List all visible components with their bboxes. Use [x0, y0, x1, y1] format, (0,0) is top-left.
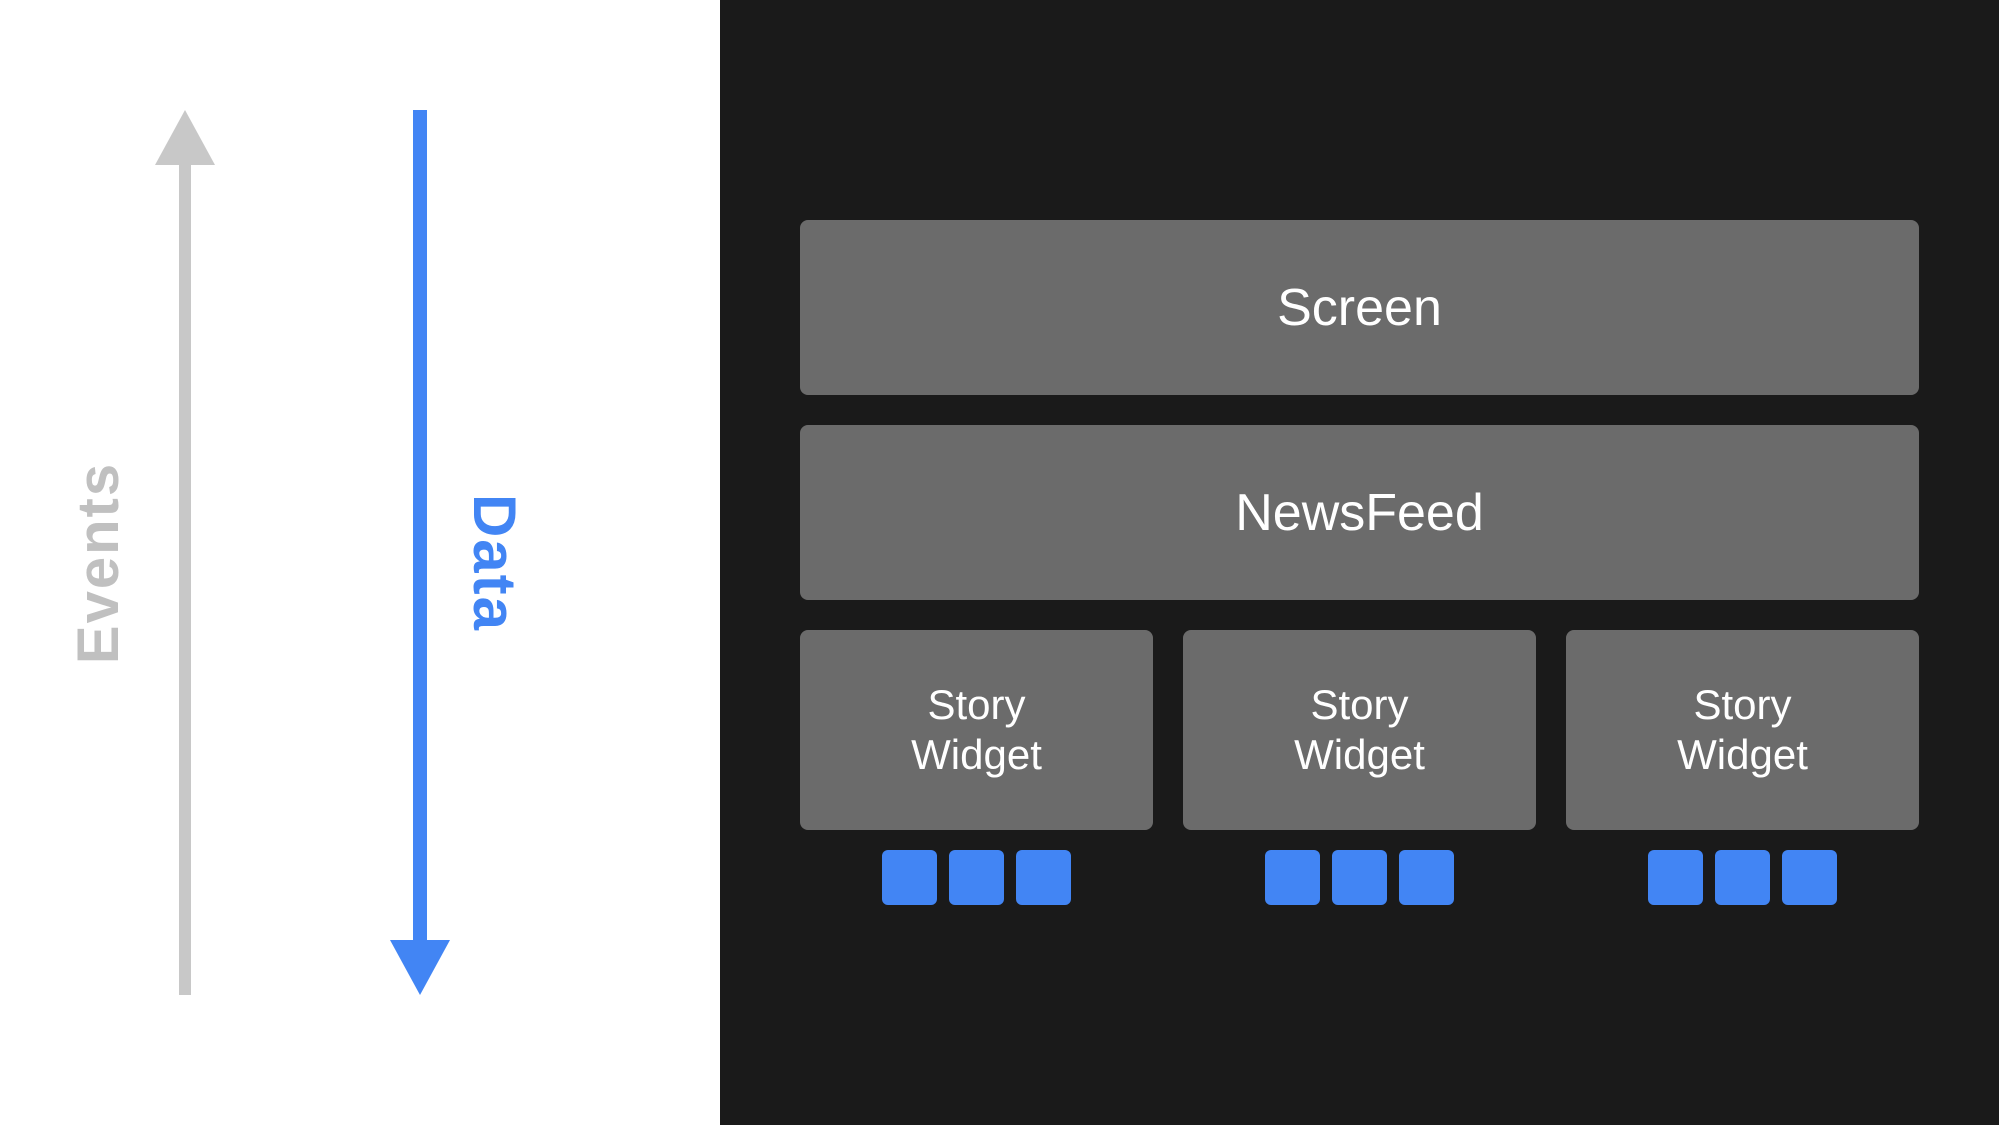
story-dot-3-2	[1715, 850, 1770, 905]
story-widget-box-2: StoryWidget	[1183, 630, 1536, 830]
story-widget-label-3: StoryWidget	[1677, 680, 1808, 781]
story-widget-label-1: StoryWidget	[911, 680, 1042, 781]
story-widget-dots-1	[882, 850, 1071, 905]
story-widget-dots-2	[1265, 850, 1454, 905]
story-dot-2-3	[1399, 850, 1454, 905]
screen-label: Screen	[1277, 278, 1442, 338]
events-arrow-container	[155, 110, 215, 995]
story-widget-box-3: StoryWidget	[1566, 630, 1919, 830]
story-dot-3-3	[1782, 850, 1837, 905]
newsfeed-label: NewsFeed	[1235, 483, 1484, 543]
events-arrow-shaft	[179, 165, 191, 995]
data-label: Data	[460, 493, 529, 631]
story-widget-group-1: StoryWidget	[800, 630, 1153, 905]
events-arrow-head	[155, 110, 215, 165]
story-widget-group-2: StoryWidget	[1183, 630, 1536, 905]
events-label: Events	[65, 461, 132, 663]
story-dot-2-2	[1332, 850, 1387, 905]
story-dot-2-1	[1265, 850, 1320, 905]
left-panel: Events Data	[0, 0, 720, 1125]
story-dot-1-3	[1016, 850, 1071, 905]
screen-box: Screen	[800, 220, 1919, 395]
data-arrow-head	[390, 940, 450, 995]
data-arrow-container	[390, 110, 450, 995]
right-panel: Screen NewsFeed StoryWidget StoryWidget	[720, 0, 1999, 1125]
story-widget-group-3: StoryWidget	[1566, 630, 1919, 905]
story-dot-1-2	[949, 850, 1004, 905]
newsfeed-box: NewsFeed	[800, 425, 1919, 600]
story-widget-box-1: StoryWidget	[800, 630, 1153, 830]
story-widget-dots-3	[1648, 850, 1837, 905]
story-dot-1-1	[882, 850, 937, 905]
data-arrow-shaft	[413, 110, 427, 940]
story-widgets-row: StoryWidget StoryWidget StoryWidget	[800, 630, 1919, 905]
story-widget-label-2: StoryWidget	[1294, 680, 1425, 781]
story-dot-3-1	[1648, 850, 1703, 905]
